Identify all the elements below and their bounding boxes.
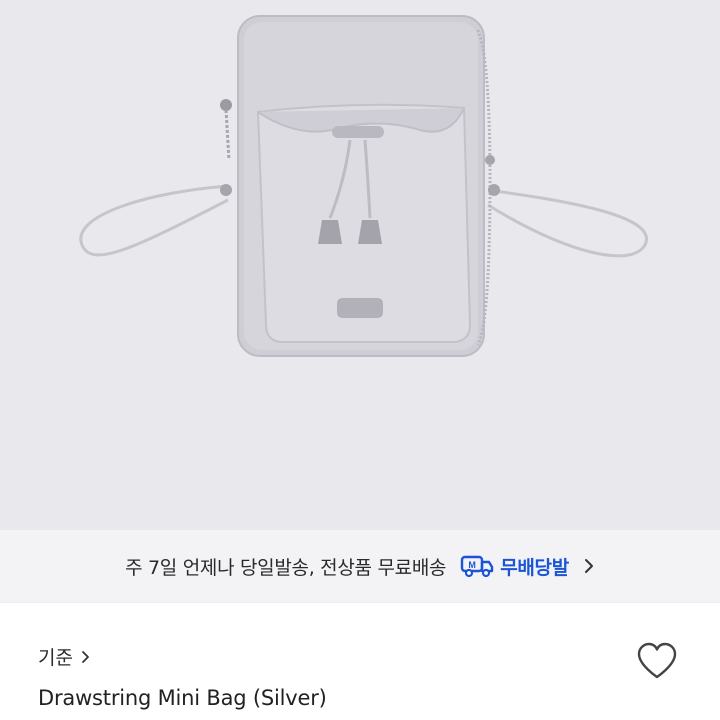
brand-name: 기준	[38, 647, 73, 669]
like-button[interactable]	[634, 640, 680, 682]
divider	[0, 602, 720, 603]
heart-outline-icon	[637, 642, 677, 679]
bag-illustration	[79, 15, 648, 357]
shipping-banner-text: 주 7일 언제나 당일발송, 전상품 무료배송	[125, 556, 447, 579]
chevron-right-icon[interactable]	[583, 557, 595, 575]
product-image[interactable]	[0, 0, 720, 530]
shipping-badge[interactable]: M 무배당발	[460, 553, 569, 580]
truck-m-icon: M	[460, 555, 494, 578]
product-title: Drawstring Mini Bag (Silver)	[38, 686, 327, 710]
brand-link[interactable]: 기준	[38, 643, 91, 670]
shipping-badge-label: 무배당발	[500, 556, 569, 579]
shipping-banner[interactable]: 주 7일 언제나 당일발송, 전상품 무료배송 M 무배당발	[0, 530, 720, 602]
svg-text:M: M	[469, 560, 476, 570]
chevron-right-icon	[82, 650, 89, 663]
